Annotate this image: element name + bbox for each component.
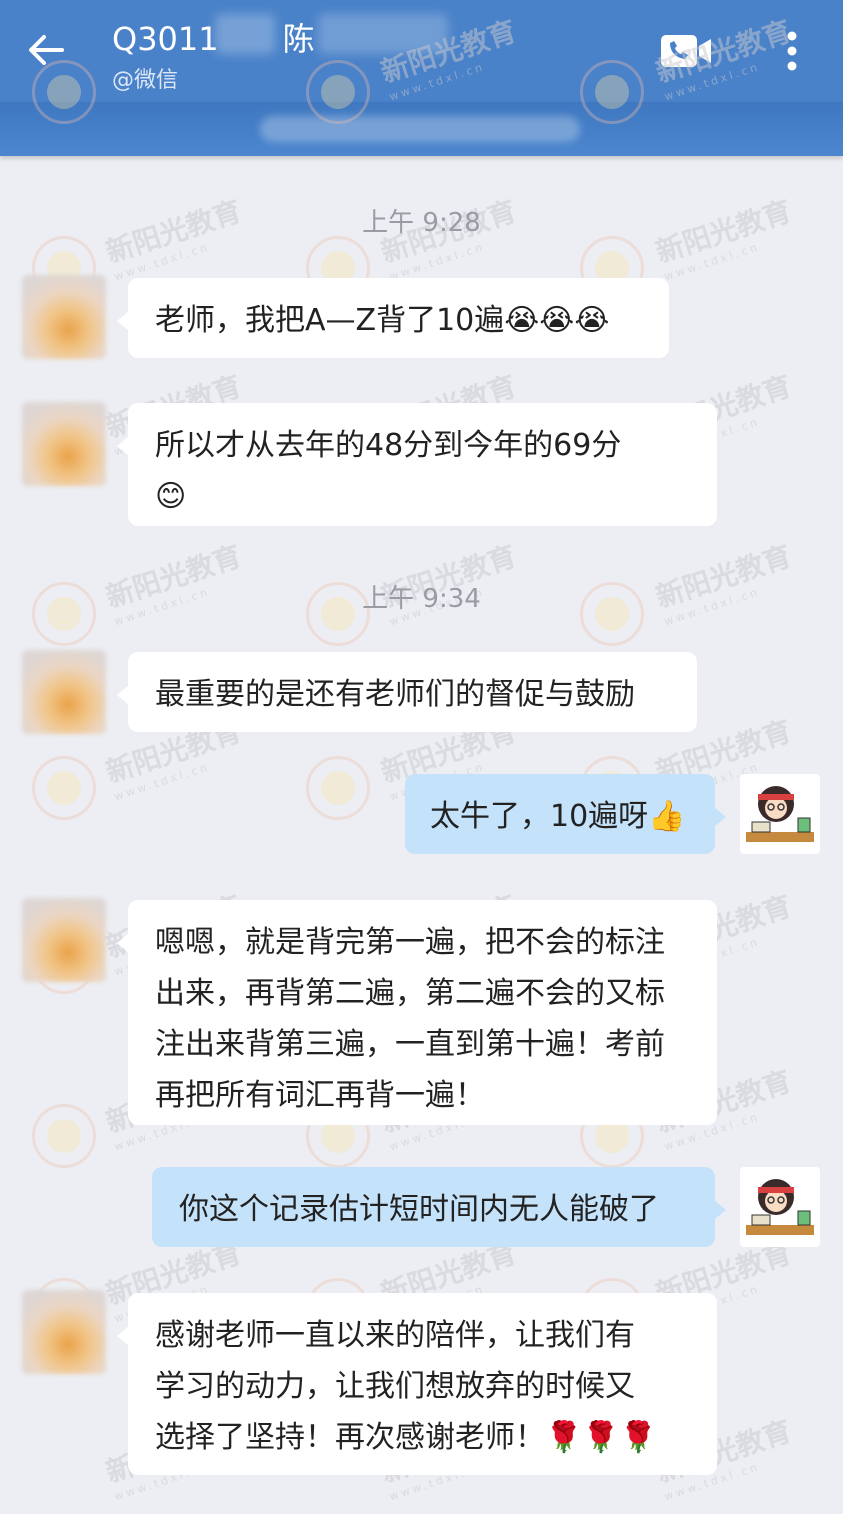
message-text: 老师，我把A—Z背了10遍 xyxy=(155,303,505,338)
message-line: 嗯嗯，就是背完第一遍，把不会的标注 xyxy=(155,925,665,960)
message-text: 最重要的是还有老师们的督促与鼓励 xyxy=(155,677,635,712)
message-bubble[interactable]: 最重要的是还有老师们的督促与鼓励 xyxy=(117,652,697,732)
timestamp: 上午 9:34 xyxy=(362,584,481,614)
smile-emoji-icon: 😊 xyxy=(155,479,187,514)
message-line: 感谢老师一直以来的陪伴，让我们有 xyxy=(155,1318,635,1353)
watermark-logo xyxy=(32,756,96,820)
watermark-logo xyxy=(306,756,370,820)
cartoon-girl-avatar-icon xyxy=(746,786,814,842)
notice-bar-blurred-text xyxy=(260,116,580,142)
self-avatar[interactable] xyxy=(740,1167,820,1247)
rose-emoji-icon: 🌹🌹🌹 xyxy=(545,1420,658,1455)
message-bubble-self[interactable]: 你这个记录估计短时间内无人能破了 xyxy=(152,1167,726,1247)
message-bubble[interactable]: 所以才从去年的48分到今年的69分 😊 xyxy=(117,403,717,526)
self-avatar[interactable] xyxy=(740,774,820,854)
message-line: 出来，再背第二遍，第二遍不会的又标 xyxy=(155,976,665,1011)
message-line: 注出来背第三遍，一直到第十遍！考前 xyxy=(155,1027,665,1062)
contact-avatar[interactable] xyxy=(22,402,106,486)
arrow-left-icon[interactable] xyxy=(26,30,66,70)
chat-title-id: Q3011 xyxy=(112,20,219,58)
message-text: 所以才从去年的48分到今年的69分 xyxy=(155,428,622,463)
video-call-icon[interactable] xyxy=(660,34,712,68)
thumbs-up-emoji-icon: 👍 xyxy=(648,799,686,834)
title-blur-mask xyxy=(318,14,448,54)
contact-avatar[interactable] xyxy=(22,1290,106,1374)
message-line: 选择了坚持！再次感谢老师！ xyxy=(155,1420,545,1455)
message-text: 太牛了，10遍呀 xyxy=(430,799,649,834)
crying-emoji-icon: 😭😭😭 xyxy=(504,303,610,338)
cartoon-girl-avatar-icon xyxy=(746,1179,814,1235)
chat-subtitle: @微信 xyxy=(112,68,179,93)
contact-avatar[interactable] xyxy=(22,275,106,359)
contact-avatar[interactable] xyxy=(22,650,106,734)
chat-title-name: 陈 xyxy=(282,20,315,58)
timestamp: 上午 9:28 xyxy=(362,208,481,238)
contact-avatar[interactable] xyxy=(22,898,106,982)
message-bubble[interactable]: 感谢老师一直以来的陪伴，让我们有 学习的动力，让我们想放弃的时候又 选择了坚持！… xyxy=(117,1293,717,1475)
chat-title: Q3011 陈 xyxy=(112,14,315,60)
message-bubble[interactable]: 嗯嗯，就是背完第一遍，把不会的标注 出来，再背第二遍，第二遍不会的又标 注出来背… xyxy=(117,900,717,1125)
message-bubble-self[interactable]: 太牛了，10遍呀👍 xyxy=(405,774,726,854)
message-line: 学习的动力，让我们想放弃的时候又 xyxy=(155,1369,635,1404)
title-blur-mask xyxy=(215,14,275,54)
message-bubble[interactable]: 老师，我把A—Z背了10遍😭😭😭 xyxy=(117,278,669,358)
more-vertical-icon[interactable] xyxy=(782,30,802,72)
message-text: 你这个记录估计短时间内无人能破了 xyxy=(179,1192,659,1227)
watermark-logo xyxy=(32,1104,96,1168)
message-line: 再把所有词汇再背一遍！ xyxy=(155,1078,485,1113)
